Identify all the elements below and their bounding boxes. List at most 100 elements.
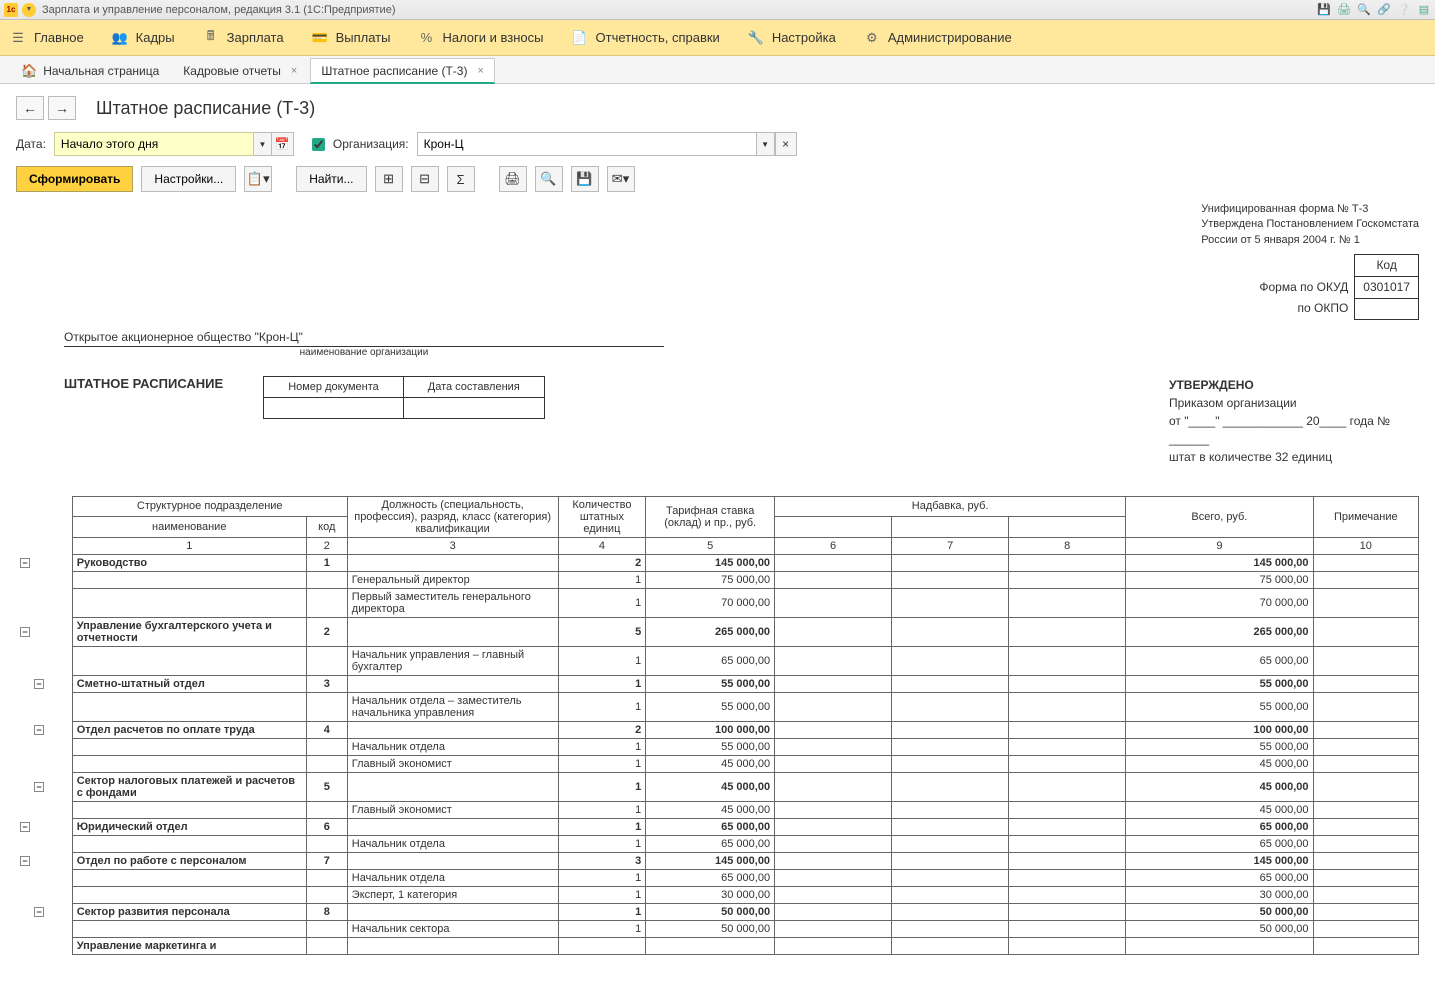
sum-icon[interactable]: Σ [447, 166, 475, 192]
find-button[interactable]: Найти... [296, 166, 366, 192]
colnum: 8 [1009, 537, 1126, 554]
tree-toggle-icon[interactable]: − [20, 822, 30, 832]
dept-code: 7 [306, 852, 347, 869]
settings-button[interactable]: Настройки... [141, 166, 236, 192]
titlebar-dropdown-icon[interactable]: ▼ [22, 3, 36, 17]
colnum: 4 [558, 537, 646, 554]
menu-reports[interactable]: 📄Отчетность, справки [572, 30, 720, 46]
calendar-icon[interactable]: 📅 [272, 132, 294, 156]
search-icon[interactable]: 🔍 [1357, 3, 1371, 17]
paste-icon[interactable]: 📋▾ [244, 166, 272, 192]
tab-staffing-t3[interactable]: Штатное расписание (Т-3)× [310, 58, 495, 84]
rate: 65 000,00 [646, 818, 775, 835]
cell [347, 852, 558, 869]
menu-salary[interactable]: 🖩Зарплата [203, 30, 284, 46]
units: 1 [558, 646, 646, 675]
hamburger-icon: ☰ [10, 30, 26, 46]
close-icon[interactable]: × [477, 65, 483, 77]
position: Генеральный директор [347, 571, 558, 588]
bonus-cell [1009, 675, 1126, 692]
menu-label: Отчетность, справки [596, 30, 720, 45]
save-disk-icon[interactable]: 💾 [571, 166, 599, 192]
bonus-cell [1009, 818, 1126, 835]
titlebar: 1c ▼ Зарплата и управление персоналом, р… [0, 0, 1435, 20]
bonus-cell [1009, 869, 1126, 886]
menu-hr[interactable]: 👥Кадры [112, 30, 175, 46]
rate: 145 000,00 [646, 554, 775, 571]
generate-button[interactable]: Сформировать [16, 166, 133, 192]
tree-toggle-icon[interactable]: − [34, 679, 44, 689]
help-icon[interactable]: ❔ [1397, 3, 1411, 17]
bonus-cell [1009, 920, 1126, 937]
print-button-icon[interactable]: 🖨 [499, 166, 527, 192]
total: 65 000,00 [1126, 646, 1313, 675]
rate: 65 000,00 [646, 869, 775, 886]
note [1313, 869, 1418, 886]
bonus-cell [892, 675, 1009, 692]
tree-toggle-icon[interactable]: − [34, 907, 44, 917]
org-clear-button[interactable]: × [775, 132, 797, 156]
nav-back-button[interactable]: ← [16, 96, 44, 120]
dept-name: Сектор развития персонала [72, 903, 306, 920]
page-header: ← → Штатное расписание (Т-3) [0, 84, 1435, 128]
note [1313, 755, 1418, 772]
preview-icon[interactable]: 🔍 [535, 166, 563, 192]
bonus-cell [775, 903, 892, 920]
menu-label: Зарплата [227, 30, 284, 45]
rate: 65 000,00 [646, 835, 775, 852]
note [1313, 554, 1418, 571]
nav-forward-button[interactable]: → [48, 96, 76, 120]
note [1313, 886, 1418, 903]
save-icon[interactable]: 💾 [1317, 3, 1331, 17]
expand-icon[interactable]: ⊞ [375, 166, 403, 192]
menu-taxes[interactable]: %Налоги и взносы [418, 30, 543, 46]
tree-toggle-icon[interactable]: − [34, 782, 44, 792]
bonus-cell [775, 755, 892, 772]
date-dropdown-icon[interactable]: ▼ [254, 132, 272, 156]
units: 1 [558, 755, 646, 772]
tab-hr-reports[interactable]: Кадровые отчеты× [172, 57, 308, 83]
bonus-cell [775, 692, 892, 721]
wallet-icon: 💳 [312, 30, 328, 46]
close-icon[interactable]: × [291, 65, 297, 77]
org-label: Организация: [333, 137, 409, 151]
cell [347, 675, 558, 692]
org-checkbox[interactable] [312, 138, 325, 151]
collapse-icon[interactable]: ⊟ [411, 166, 439, 192]
tree-toggle-icon[interactable]: − [20, 627, 30, 637]
bonus-cell [892, 755, 1009, 772]
link-icon[interactable]: 🔗 [1377, 3, 1391, 17]
tree-toggle-icon[interactable]: − [20, 558, 30, 568]
tab-home[interactable]: 🏠Начальная страница [10, 57, 170, 83]
bonus-cell [892, 869, 1009, 886]
units: 1 [558, 920, 646, 937]
staff-count: штат в количестве 32 единиц [1169, 448, 1419, 466]
cell [347, 554, 558, 571]
note [1313, 852, 1418, 869]
tree-toggle-icon[interactable]: − [34, 725, 44, 735]
mail-icon[interactable]: ✉▾ [607, 166, 635, 192]
menu-settings[interactable]: 🔧Настройка [748, 30, 836, 46]
menu-main[interactable]: ☰Главное [10, 30, 84, 46]
tree-toggle-icon[interactable]: − [20, 856, 30, 866]
menu-admin[interactable]: ⚙Администрирование [864, 30, 1012, 46]
bonus-cell [1009, 571, 1126, 588]
bonus-cell [1009, 835, 1126, 852]
date-input[interactable] [54, 132, 254, 156]
print-icon[interactable]: 🖨 [1337, 3, 1351, 17]
position: Первый заместитель генерального директор… [347, 588, 558, 617]
th-total: Всего, руб. [1126, 496, 1313, 537]
bonus-cell [892, 646, 1009, 675]
tab-label: Начальная страница [43, 64, 159, 78]
menu-payments[interactable]: 💳Выплаты [312, 30, 391, 46]
org-input[interactable] [417, 132, 757, 156]
calc-icon[interactable]: ▤ [1417, 3, 1431, 17]
total: 55 000,00 [1126, 692, 1313, 721]
th-note: Примечание [1313, 496, 1418, 537]
rate: 45 000,00 [646, 772, 775, 801]
people-icon: 👥 [112, 30, 128, 46]
date-label: Дата: [16, 137, 46, 151]
org-dropdown-icon[interactable]: ▼ [757, 132, 775, 156]
dept-name: Руководство [72, 554, 306, 571]
table-row: Начальник сектора150 000,0050 000,00 [16, 920, 1419, 937]
